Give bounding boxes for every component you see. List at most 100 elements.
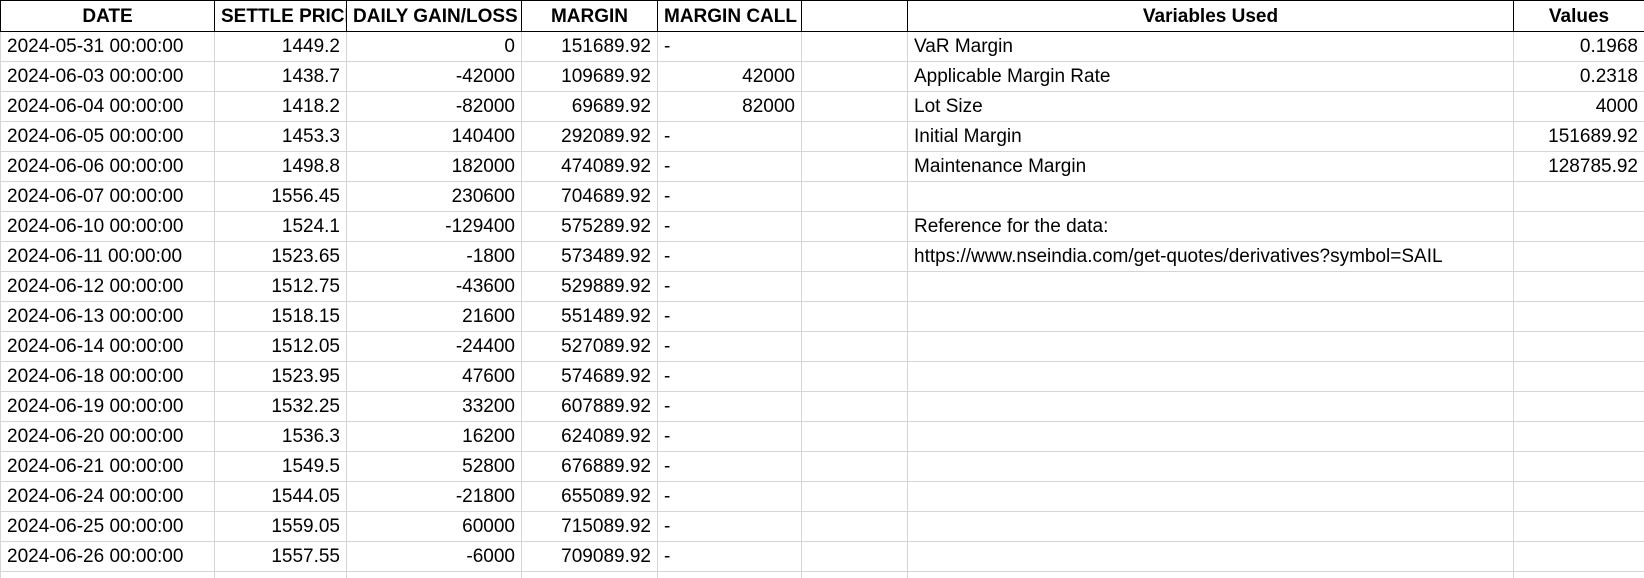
cell-daily-gain-loss[interactable]: -6000 bbox=[346, 541, 522, 572]
cell-variable-name[interactable] bbox=[907, 421, 1514, 452]
cell-variable-name[interactable] bbox=[907, 181, 1514, 212]
cell-daily-gain-loss[interactable]: -43600 bbox=[346, 271, 522, 302]
cell-variable-value[interactable]: 151689.92 bbox=[1513, 121, 1644, 152]
cell-settle-price[interactable]: 1523.95 bbox=[214, 361, 347, 392]
cell-variable-name[interactable]: Reference for the data: bbox=[907, 211, 1514, 242]
header-daily-gain-loss[interactable]: DAILY GAIN/LOSS bbox=[346, 0, 522, 32]
cell-variable-value[interactable] bbox=[1513, 391, 1644, 422]
cell-settle-price[interactable]: 1556.45 bbox=[214, 181, 347, 212]
cell-margin-call[interactable]: - bbox=[657, 541, 802, 572]
cell-settle-price[interactable]: 1549.5 bbox=[214, 451, 347, 482]
cell-margin[interactable]: 676889.92 bbox=[521, 451, 658, 482]
cell-margin[interactable]: 529889.92 bbox=[521, 271, 658, 302]
cell-settle-price[interactable]: 1449.2 bbox=[214, 31, 347, 62]
cell-date[interactable]: 2024-06-26 00:00:00 bbox=[0, 541, 215, 572]
cell-date[interactable]: 2024-06-13 00:00:00 bbox=[0, 301, 215, 332]
cell-margin[interactable]: 655089.92 bbox=[521, 481, 658, 512]
cell-settle-price[interactable]: 1536.3 bbox=[214, 421, 347, 452]
cell-settle-price[interactable]: 1453.3 bbox=[214, 121, 347, 152]
cell-variable-name[interactable] bbox=[907, 541, 1514, 572]
cell-daily-gain-loss[interactable]: 33200 bbox=[346, 391, 522, 422]
cell-variable-value[interactable] bbox=[1513, 241, 1644, 272]
cell-margin-call[interactable]: - bbox=[657, 451, 802, 482]
cell-variable-value[interactable] bbox=[1513, 511, 1644, 542]
cell-variable-name[interactable]: https://www.nseindia.com/get-quotes/deri… bbox=[907, 241, 1514, 272]
cell-variable-value[interactable] bbox=[1513, 271, 1644, 302]
cell-daily-gain-loss[interactable]: -82000 bbox=[346, 91, 522, 122]
cell-empty[interactable] bbox=[801, 481, 908, 512]
cell-date[interactable]: 2024-06-06 00:00:00 bbox=[0, 151, 215, 182]
cell-settle-price[interactable]: 1512.05 bbox=[214, 331, 347, 362]
cell-margin[interactable]: 527089.92 bbox=[521, 331, 658, 362]
cell-margin[interactable]: 715089.92 bbox=[521, 511, 658, 542]
cell-empty[interactable] bbox=[801, 211, 908, 242]
cell-margin-call[interactable]: - bbox=[657, 211, 802, 242]
cell-daily-gain-loss[interactable]: 60000 bbox=[346, 511, 522, 542]
cell-date[interactable]: 2024-06-03 00:00:00 bbox=[0, 61, 215, 92]
cell-empty[interactable] bbox=[801, 391, 908, 422]
cell-variable-name[interactable] bbox=[907, 511, 1514, 542]
cell-margin[interactable]: 704689.92 bbox=[521, 181, 658, 212]
cell-daily-gain-loss[interactable]: 47600 bbox=[346, 361, 522, 392]
cell-variable-name[interactable] bbox=[907, 301, 1514, 332]
cell-margin-call[interactable]: - bbox=[657, 481, 802, 512]
cell-daily-gain-loss[interactable]: 182000 bbox=[346, 151, 522, 182]
cell-empty[interactable] bbox=[801, 451, 908, 482]
cell-daily-gain-loss[interactable]: -42000 bbox=[346, 61, 522, 92]
cell-date[interactable]: 2024-06-19 00:00:00 bbox=[0, 391, 215, 422]
cell-margin[interactable]: 574689.92 bbox=[521, 361, 658, 392]
cell-empty[interactable] bbox=[214, 571, 347, 578]
cell-margin-call[interactable]: - bbox=[657, 121, 802, 152]
cell-daily-gain-loss[interactable]: -129400 bbox=[346, 211, 522, 242]
cell-variable-name[interactable]: VaR Margin bbox=[907, 31, 1514, 62]
cell-daily-gain-loss[interactable]: 52800 bbox=[346, 451, 522, 482]
cell-variable-value[interactable]: 0.2318 bbox=[1513, 61, 1644, 92]
cell-margin[interactable]: 709089.92 bbox=[521, 541, 658, 572]
cell-empty[interactable] bbox=[801, 31, 908, 62]
cell-settle-price[interactable]: 1524.1 bbox=[214, 211, 347, 242]
cell-daily-gain-loss[interactable]: 140400 bbox=[346, 121, 522, 152]
cell-margin-call[interactable]: - bbox=[657, 331, 802, 362]
cell-settle-price[interactable]: 1557.55 bbox=[214, 541, 347, 572]
cell-date[interactable]: 2024-05-31 00:00:00 bbox=[0, 31, 215, 62]
cell-margin-call[interactable]: - bbox=[657, 181, 802, 212]
header-values[interactable]: Values bbox=[1513, 0, 1644, 32]
cell-margin[interactable]: 551489.92 bbox=[521, 301, 658, 332]
cell-margin-call[interactable]: - bbox=[657, 241, 802, 272]
cell-variable-value[interactable] bbox=[1513, 451, 1644, 482]
cell-margin[interactable]: 109689.92 bbox=[521, 61, 658, 92]
header-variables-used[interactable]: Variables Used bbox=[907, 0, 1514, 32]
header-empty-cell[interactable] bbox=[801, 0, 908, 32]
cell-empty[interactable] bbox=[346, 571, 522, 578]
cell-empty[interactable] bbox=[801, 121, 908, 152]
cell-variable-value[interactable]: 4000 bbox=[1513, 91, 1644, 122]
cell-variable-value[interactable] bbox=[1513, 541, 1644, 572]
header-date[interactable]: DATE bbox=[0, 0, 215, 32]
cell-variable-name[interactable] bbox=[907, 271, 1514, 302]
cell-variable-value[interactable] bbox=[1513, 421, 1644, 452]
cell-daily-gain-loss[interactable]: -21800 bbox=[346, 481, 522, 512]
header-margin-call[interactable]: MARGIN CALL bbox=[657, 0, 802, 32]
cell-settle-price[interactable]: 1559.05 bbox=[214, 511, 347, 542]
cell-date[interactable]: 2024-06-07 00:00:00 bbox=[0, 181, 215, 212]
cell-margin-call[interactable]: 42000 bbox=[657, 61, 802, 92]
header-settle-price[interactable]: SETTLE PRICE bbox=[214, 0, 347, 32]
cell-margin-call[interactable]: - bbox=[657, 391, 802, 422]
header-margin[interactable]: MARGIN bbox=[521, 0, 658, 32]
cell-empty[interactable] bbox=[801, 181, 908, 212]
cell-variable-value[interactable] bbox=[1513, 331, 1644, 362]
cell-settle-price[interactable]: 1523.65 bbox=[214, 241, 347, 272]
cell-date[interactable]: 2024-06-20 00:00:00 bbox=[0, 421, 215, 452]
cell-variable-name[interactable] bbox=[907, 391, 1514, 422]
cell-daily-gain-loss[interactable]: -1800 bbox=[346, 241, 522, 272]
cell-daily-gain-loss[interactable]: -24400 bbox=[346, 331, 522, 362]
cell-empty[interactable] bbox=[801, 421, 908, 452]
cell-variable-value[interactable]: 128785.92 bbox=[1513, 151, 1644, 182]
cell-date[interactable]: 2024-06-24 00:00:00 bbox=[0, 481, 215, 512]
cell-margin[interactable]: 69689.92 bbox=[521, 91, 658, 122]
cell-date[interactable]: 2024-06-21 00:00:00 bbox=[0, 451, 215, 482]
cell-empty[interactable] bbox=[1513, 571, 1644, 578]
cell-empty[interactable] bbox=[801, 361, 908, 392]
cell-empty[interactable] bbox=[801, 511, 908, 542]
cell-margin[interactable]: 607889.92 bbox=[521, 391, 658, 422]
